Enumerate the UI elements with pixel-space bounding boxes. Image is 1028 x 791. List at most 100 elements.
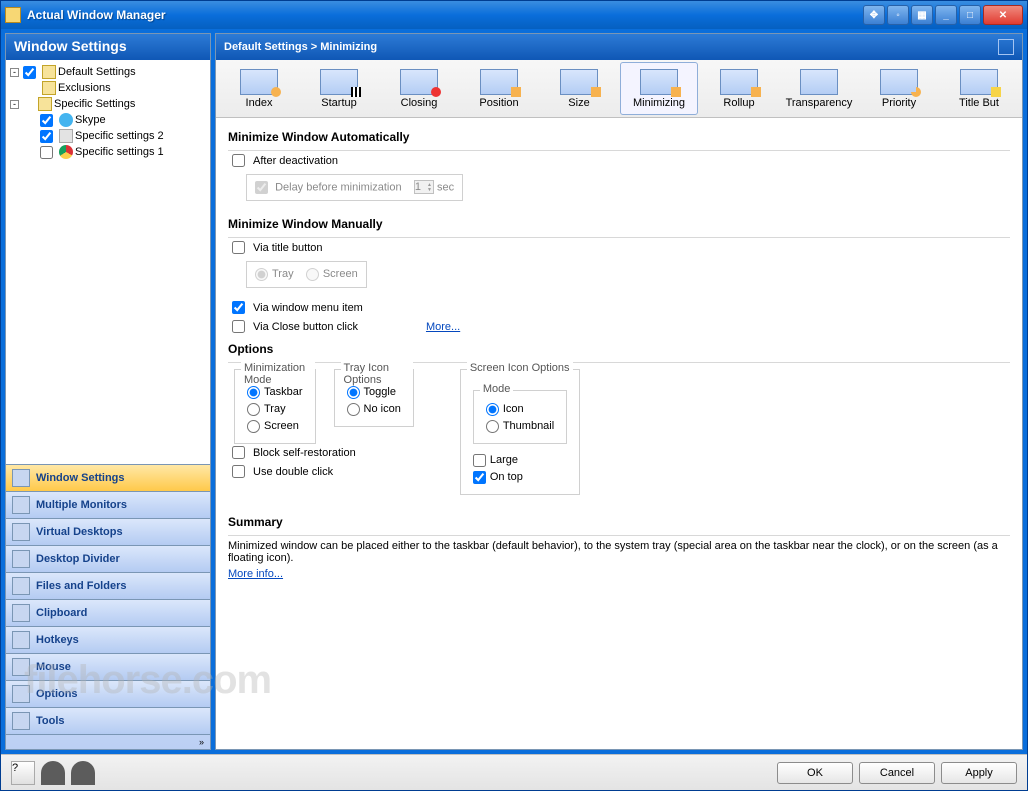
- expand-icon[interactable]: -: [10, 100, 19, 109]
- popout-icon[interactable]: [998, 39, 1014, 55]
- minimize-button[interactable]: _: [935, 5, 957, 25]
- titlebar[interactable]: Actual Window Manager ✥ ◦ ▦ _ □ ✕: [1, 1, 1027, 29]
- radio-screen: [306, 268, 319, 281]
- tab-title-buttons[interactable]: Title But: [940, 62, 1018, 115]
- radio-toggle[interactable]: [347, 386, 360, 399]
- tree-check[interactable]: [40, 130, 53, 143]
- footer-icon-2[interactable]: [71, 761, 95, 785]
- position-icon: [480, 69, 518, 95]
- double-click-check[interactable]: [232, 465, 245, 478]
- group-options-title: Options: [228, 336, 1010, 363]
- tree-check[interactable]: [40, 114, 53, 127]
- divider-icon: [12, 550, 30, 568]
- folder-icon: [38, 97, 52, 111]
- group-auto-title: Minimize Window Automatically: [228, 124, 1010, 151]
- monitors-icon: [12, 496, 30, 514]
- window-title: Actual Window Manager: [27, 8, 863, 22]
- footer-icon-1[interactable]: [41, 761, 65, 785]
- tree-item-default[interactable]: - Default Settings: [10, 64, 206, 80]
- radio-tray-mode[interactable]: [247, 403, 260, 416]
- tree-item-specific2[interactable]: Specific settings 2: [40, 128, 206, 144]
- nav-tools[interactable]: Tools: [6, 708, 210, 735]
- tree-label: Specific settings 2: [75, 130, 164, 142]
- titlebar-pin-btn[interactable]: ◦: [887, 5, 909, 25]
- radio-taskbar[interactable]: [247, 386, 260, 399]
- radio-icon[interactable]: [486, 403, 499, 416]
- nav-multiple-monitors[interactable]: Multiple Monitors: [6, 492, 210, 519]
- tray-icon-box: Tray Icon Options Toggle No icon: [334, 369, 414, 427]
- tab-index[interactable]: Index: [220, 62, 298, 115]
- via-close-label: Via Close button click: [253, 321, 358, 333]
- nav-files-folders[interactable]: Files and Folders: [6, 573, 210, 600]
- large-check[interactable]: [473, 454, 486, 467]
- via-title-check[interactable]: [232, 241, 245, 254]
- nav-hotkeys[interactable]: Hotkeys: [6, 627, 210, 654]
- radio-screen-mode[interactable]: [247, 420, 260, 433]
- via-close-check[interactable]: [232, 320, 245, 333]
- group-summary-title: Summary: [228, 509, 1010, 536]
- tree-item-skype[interactable]: Skype: [40, 112, 206, 128]
- tab-closing[interactable]: Closing: [380, 62, 458, 115]
- tab-priority[interactable]: Priority: [860, 62, 938, 115]
- ontop-check[interactable]: [473, 471, 486, 484]
- via-menu-check[interactable]: [232, 301, 245, 314]
- panel-body: Minimize Window Automatically After deac…: [216, 118, 1022, 749]
- tree-item-specific1[interactable]: Specific settings 1: [40, 144, 206, 160]
- main-header: Default Settings > Minimizing: [216, 34, 1022, 60]
- more-link[interactable]: More...: [426, 321, 460, 333]
- tab-minimizing[interactable]: Minimizing: [620, 62, 698, 115]
- expand-icon[interactable]: -: [10, 68, 19, 77]
- radio-thumbnail[interactable]: [486, 420, 499, 433]
- titlebar-move-btn[interactable]: ✥: [863, 5, 885, 25]
- priority-icon: [880, 69, 918, 95]
- minimization-mode-box: Minimization Mode Taskbar Tray Screen: [234, 369, 316, 444]
- settings-tree[interactable]: - Default Settings Exclusions - Specific…: [6, 60, 210, 464]
- app-icon: [59, 129, 73, 143]
- tab-position[interactable]: Position: [460, 62, 538, 115]
- help-icon[interactable]: ?: [11, 761, 35, 785]
- nav-clipboard[interactable]: Clipboard: [6, 600, 210, 627]
- window-settings-icon: [12, 469, 30, 487]
- tree-check[interactable]: [40, 146, 53, 159]
- nav-desktop-divider[interactable]: Desktop Divider: [6, 546, 210, 573]
- title-radio-box: Tray Screen: [246, 261, 367, 288]
- rollup-icon: [720, 69, 758, 95]
- maximize-button[interactable]: □: [959, 5, 981, 25]
- nav-expand-toggle[interactable]: »: [6, 735, 210, 749]
- after-deactivation-label: After deactivation: [253, 155, 338, 167]
- minimizing-icon: [640, 69, 678, 95]
- apply-button[interactable]: Apply: [941, 762, 1017, 784]
- screen-icon-mode-box: Mode Icon Thumbnail: [473, 390, 567, 444]
- tab-size[interactable]: Size: [540, 62, 618, 115]
- tree-check-default[interactable]: [23, 66, 36, 79]
- delay-unit: sec: [437, 181, 454, 193]
- app-window: Actual Window Manager ✥ ◦ ▦ _ □ ✕ Window…: [0, 0, 1028, 791]
- main-panel: Default Settings > Minimizing Index Star…: [215, 33, 1023, 750]
- breadcrumb: Default Settings > Minimizing: [224, 41, 377, 53]
- nav-window-settings[interactable]: Window Settings: [6, 465, 210, 492]
- tab-transparency[interactable]: Transparency: [780, 62, 858, 115]
- cancel-button[interactable]: Cancel: [859, 762, 935, 784]
- nav-mouse[interactable]: Mouse: [6, 654, 210, 681]
- nav-options[interactable]: Options: [6, 681, 210, 708]
- after-deactivation-check[interactable]: [232, 154, 245, 167]
- tab-rollup[interactable]: Rollup: [700, 62, 778, 115]
- titlebar-tile-btn[interactable]: ▦: [911, 5, 933, 25]
- tree-item-specific[interactable]: - Specific Settings: [10, 96, 206, 112]
- tree-item-exclusions[interactable]: Exclusions: [10, 80, 206, 96]
- tab-startup[interactable]: Startup: [300, 62, 378, 115]
- tray-icon-legend: Tray Icon Options: [341, 362, 413, 386]
- title-buttons-icon: [960, 69, 998, 95]
- double-click-label: Use double click: [253, 466, 333, 478]
- delay-check: [255, 181, 268, 194]
- tree-label: Exclusions: [58, 82, 111, 94]
- block-self-check[interactable]: [232, 446, 245, 459]
- delay-spinner: 1: [414, 180, 434, 194]
- more-info-link[interactable]: More info...: [228, 568, 283, 580]
- folder-icon: [42, 65, 56, 79]
- ok-button[interactable]: OK: [777, 762, 853, 784]
- close-button[interactable]: ✕: [983, 5, 1023, 25]
- nav-virtual-desktops[interactable]: Virtual Desktops: [6, 519, 210, 546]
- files-icon: [12, 577, 30, 595]
- radio-noicon[interactable]: [347, 403, 360, 416]
